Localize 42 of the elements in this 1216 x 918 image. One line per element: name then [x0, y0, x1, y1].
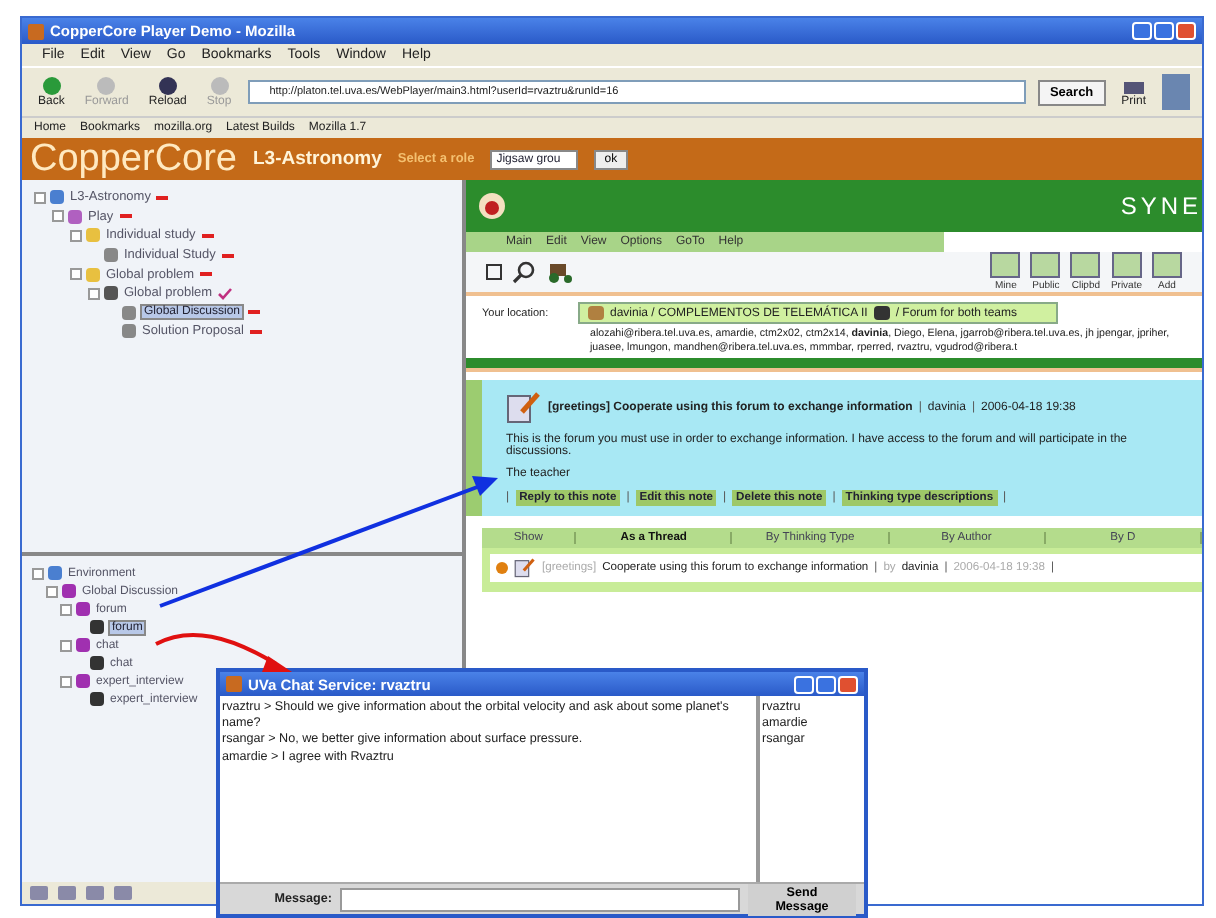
minimize-button[interactable]	[1132, 22, 1152, 40]
node-icon	[104, 286, 118, 301]
brand-logo: SYNE	[1120, 192, 1202, 220]
maximize-button[interactable]	[816, 675, 836, 693]
run-title: L3-Astronomy	[253, 148, 382, 170]
node-icon	[90, 692, 104, 706]
node-icon	[76, 674, 90, 688]
collapse-icon[interactable]	[60, 639, 72, 651]
nav-icon	[207, 76, 232, 96]
printer-icon	[1121, 76, 1146, 96]
nav-icon	[39, 76, 64, 96]
node-icon	[86, 228, 100, 243]
node-icon	[86, 267, 100, 282]
note-icon	[514, 558, 536, 579]
nav-icon	[94, 76, 119, 96]
node-icon	[90, 620, 104, 634]
node-icon	[48, 566, 62, 580]
maximize-button[interactable]	[1154, 22, 1174, 40]
minimize-button[interactable]	[794, 675, 814, 693]
nav-icon	[155, 76, 180, 96]
bullet-icon	[496, 562, 508, 575]
node-icon	[90, 656, 104, 670]
app-icon	[226, 676, 242, 692]
logo: CopperCore	[30, 140, 237, 178]
node-icon	[76, 638, 90, 652]
message-field[interactable]	[340, 887, 740, 911]
note-icon	[506, 392, 542, 425]
close-button[interactable]	[1176, 22, 1196, 40]
close-button[interactable]	[838, 675, 858, 693]
tractor-icon[interactable]	[546, 261, 574, 283]
throbber-icon	[1162, 74, 1190, 110]
node-icon	[68, 209, 82, 224]
node-icon	[76, 602, 90, 616]
node-icon	[50, 190, 64, 205]
collapse-icon[interactable]	[60, 675, 72, 687]
node-icon	[62, 584, 76, 598]
search-icon[interactable]	[512, 260, 536, 284]
node-icon	[104, 248, 118, 263]
app-icon	[28, 23, 44, 39]
node-icon	[122, 324, 136, 339]
node-icon	[122, 305, 136, 320]
arrow	[155, 633, 292, 672]
